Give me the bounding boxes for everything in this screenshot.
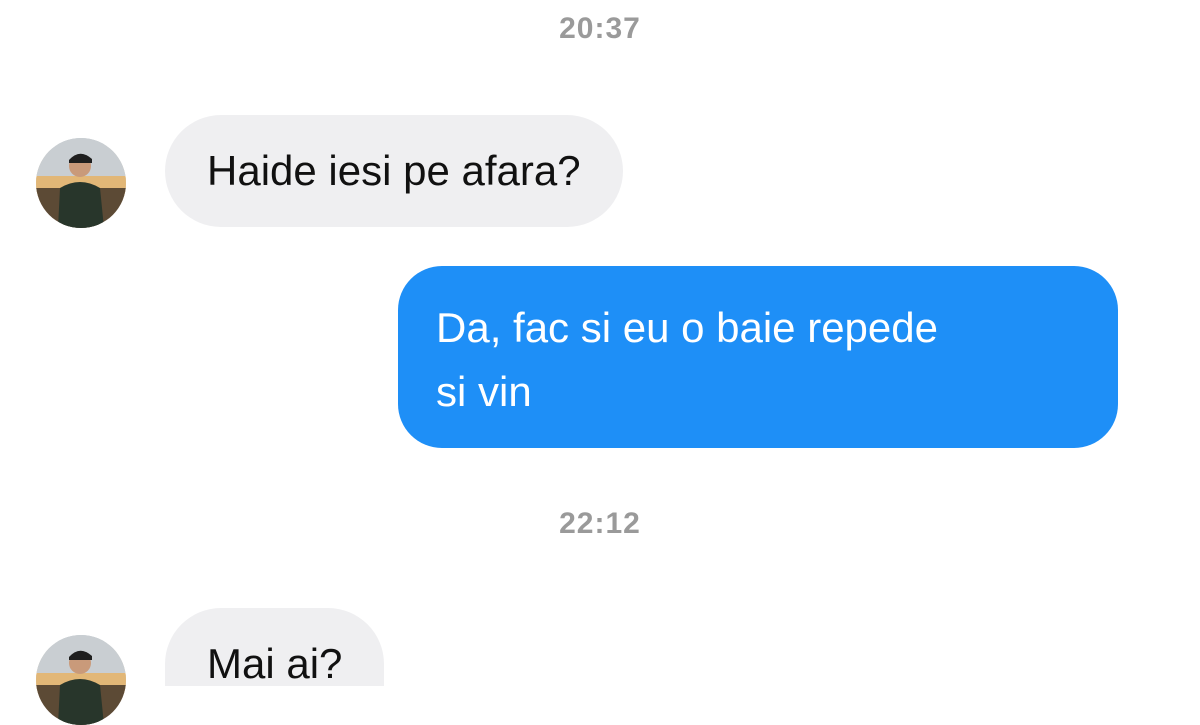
incoming-message-bubble[interactable]: Haide iesi pe afara?	[165, 115, 623, 227]
timestamp: 22:12	[559, 507, 641, 540]
contact-avatar[interactable]	[36, 138, 126, 228]
person-photo-icon	[36, 138, 126, 228]
contact-avatar[interactable]	[36, 635, 126, 725]
message-text: Haide iesi pe afara?	[207, 147, 581, 194]
outgoing-message-bubble[interactable]: Da, fac si eu o baie repede si vin	[398, 266, 1118, 448]
message-text: Mai ai?	[207, 640, 343, 687]
person-photo-icon	[36, 635, 126, 725]
incoming-message-bubble[interactable]: Mai ai?	[165, 608, 385, 687]
message-text-line: si vin	[436, 368, 532, 415]
message-text-line: Da, fac si eu o baie repede	[436, 304, 938, 351]
timestamp: 20:37	[559, 12, 641, 45]
